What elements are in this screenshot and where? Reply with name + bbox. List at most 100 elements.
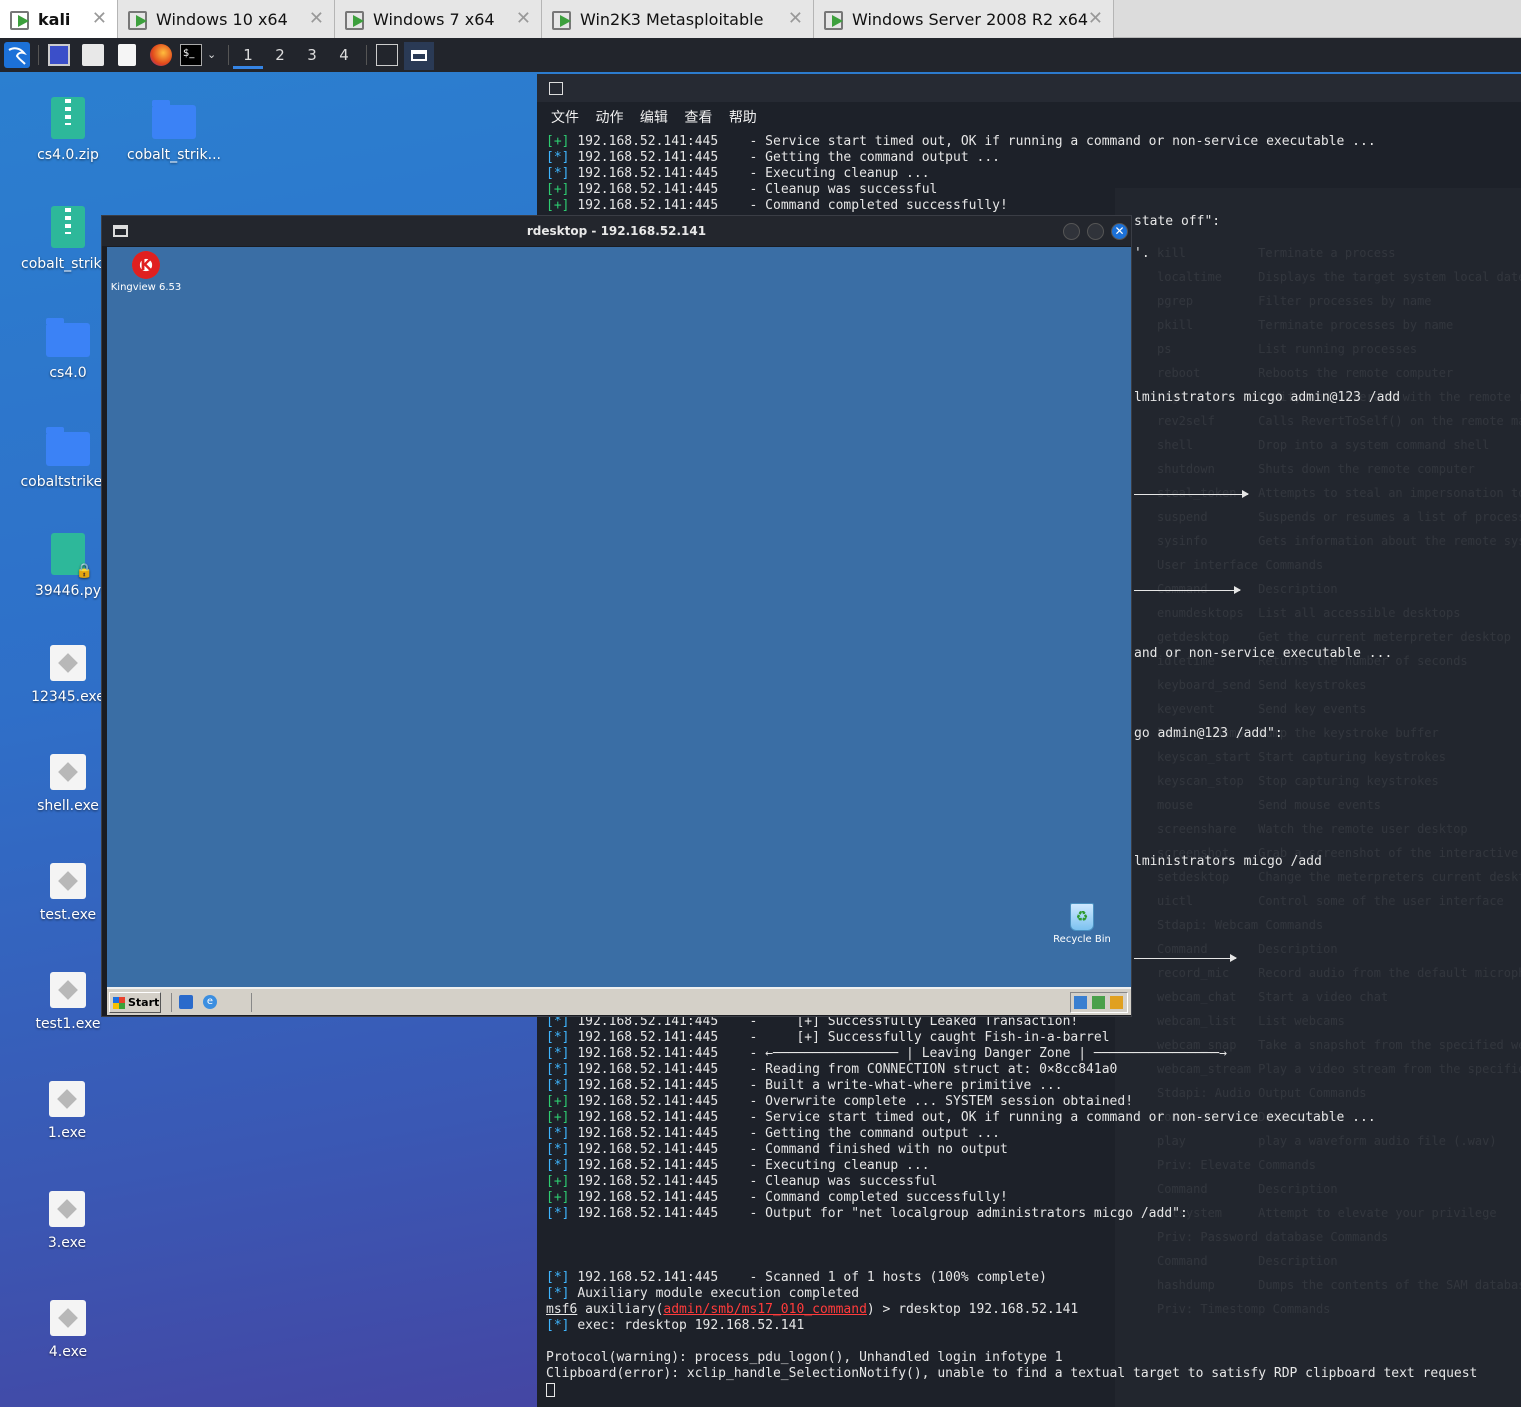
- desktop-icon[interactable]: 4.exe: [18, 1300, 118, 1360]
- ghost-line: shutdown Shuts down the remote computer: [1157, 462, 1475, 476]
- close-icon[interactable]: ✕: [1088, 8, 1103, 29]
- close-icon[interactable]: ✕: [516, 8, 531, 29]
- vm-tab-label: Windows 10 x64: [156, 9, 288, 29]
- desktop-icon[interactable]: 1.exe: [17, 1081, 117, 1141]
- internet-explorer-icon[interactable]: e: [203, 995, 217, 1009]
- desktop-icon-label: Recycle Bin: [1053, 934, 1111, 945]
- terminal-icon[interactable]: $_: [180, 44, 202, 66]
- desktop-icon[interactable]: 3.exe: [17, 1191, 117, 1251]
- output-line: [*] 192.168.52.141:445 - ←──────────────…: [546, 1046, 1227, 1061]
- workspace-3[interactable]: 3: [297, 43, 327, 69]
- vm-tab-label: kali: [38, 9, 71, 29]
- file-manager-icon[interactable]: [82, 44, 104, 66]
- output-fragment: and or non-service executable ...: [1134, 646, 1393, 661]
- kingview-shortcut[interactable]: K Kingview 6.53: [109, 251, 183, 293]
- close-icon[interactable]: ✕: [309, 8, 324, 29]
- ghost-line: keyboard_send Send keystrokes: [1157, 678, 1367, 692]
- output-line: [*] 192.168.52.141:445 - Getting the com…: [546, 150, 1000, 165]
- ghost-line: Command Description: [1157, 582, 1338, 596]
- vm-tab-windows-7[interactable]: Windows 7 x64 ✕: [335, 0, 542, 38]
- terminal-window-icon: [549, 82, 563, 95]
- menu-edit[interactable]: 编辑: [640, 110, 668, 126]
- output-line: [*] 192.168.52.141:445 - Executing clean…: [546, 1158, 930, 1173]
- vm-tab-kali[interactable]: kali ✕: [0, 0, 118, 38]
- kali-menu-icon[interactable]: [4, 42, 30, 68]
- start-button[interactable]: Start: [109, 992, 161, 1013]
- ghost-line: record_mic Record audio from the default…: [1157, 966, 1521, 980]
- ghost-line: enumdesktops List all accessible desktop…: [1157, 606, 1461, 620]
- ghost-line: webcam_list List webcams: [1157, 1014, 1345, 1028]
- executable-icon: [49, 1081, 85, 1117]
- network-icon[interactable]: [1074, 996, 1087, 1009]
- vm-tab-server-2008[interactable]: Windows Server 2008 R2 x64 ✕: [814, 0, 1114, 38]
- ghost-line: Priv: Password database Commands: [1157, 1230, 1389, 1244]
- show-desktop-icon[interactable]: [48, 44, 70, 66]
- terminal-window-task-icon[interactable]: [376, 44, 398, 66]
- taskbar-separator: [171, 993, 172, 1012]
- minimize-button[interactable]: [1063, 223, 1080, 240]
- close-button[interactable]: ✕: [1111, 223, 1128, 240]
- close-icon[interactable]: ✕: [92, 8, 107, 29]
- scan-line: [*] 192.168.52.141:445 - Scanned 1 of 1 …: [546, 1270, 1047, 1285]
- ghost-line: Command Description: [1157, 1110, 1338, 1124]
- ghost-line: Command Description: [1157, 942, 1338, 956]
- ghost-line: screenshare Watch the remote user deskto…: [1157, 822, 1468, 836]
- vm-tab-windows-10[interactable]: Windows 10 x64 ✕: [118, 0, 335, 38]
- executable-icon: [50, 863, 86, 899]
- desktop-icon-label: 4.exe: [48, 1344, 88, 1360]
- vm-tab-bar: kali ✕ Windows 10 x64 ✕ Windows 7 x64 ✕ …: [0, 0, 1521, 38]
- warning-line: Protocol(warning): process_pdu_logon(), …: [546, 1350, 1063, 1365]
- workspace-2[interactable]: 2: [265, 43, 295, 69]
- ghost-line: pkill Terminate processes by name: [1157, 318, 1454, 332]
- ghost-line: keyscan_stop Stop capturing keystrokes: [1157, 774, 1439, 788]
- desktop-icon-label: 1.exe: [47, 1125, 87, 1141]
- error-line: Clipboard(error): xclip_handle_Selection…: [546, 1366, 1478, 1381]
- window-icon: [113, 225, 128, 237]
- ghost-line: User interface Commands: [1157, 558, 1324, 572]
- rdesktop-titlebar[interactable]: rdesktop - 192.168.52.141 ✕: [102, 216, 1131, 246]
- rdesktop-window[interactable]: rdesktop - 192.168.52.141 ✕ K Kingview 6…: [101, 215, 1132, 1017]
- workspace-1[interactable]: 1: [233, 43, 263, 69]
- ghost-line: kill Terminate a process: [1157, 246, 1396, 260]
- desktop-icon[interactable]: cs4.0.zip: [18, 97, 118, 163]
- terminal-titlebar[interactable]: [537, 74, 1521, 102]
- ghost-line: Priv: Timestomp Commands: [1157, 1302, 1331, 1316]
- menu-file[interactable]: 文件: [551, 110, 579, 126]
- text-editor-icon[interactable]: [118, 44, 136, 66]
- security-icon[interactable]: [1110, 996, 1123, 1009]
- ghost-line: rev2self Calls RevertToSelf() on the rem…: [1157, 414, 1521, 428]
- vm-icon: [552, 9, 574, 30]
- output-line: [+] 192.168.52.141:445 - Cleanup was suc…: [546, 1174, 938, 1189]
- output-line: [*] 192.168.52.141:445 - Reading from CO…: [546, 1062, 1118, 1077]
- vm-tab-label: Windows 7 x64: [373, 9, 495, 29]
- remote-desktop[interactable]: K Kingview 6.53 ♻ Recycle Bin: [107, 247, 1131, 987]
- rdesktop-task-icon[interactable]: [404, 42, 434, 70]
- vm-tab-label: Windows Server 2008 R2 x64: [852, 9, 1089, 29]
- output-line: [*] 192.168.52.141:445 - Command finishe…: [546, 1142, 1008, 1157]
- chevron-down-icon[interactable]: ⌄: [207, 44, 219, 66]
- ghost-line: shell Drop into a system command shell: [1157, 438, 1490, 452]
- folder-icon: [46, 318, 90, 357]
- desktop-icon[interactable]: cobalt_strik...: [124, 97, 224, 163]
- firefox-icon[interactable]: [150, 44, 172, 66]
- workspace-4[interactable]: 4: [329, 43, 359, 69]
- recycle-bin-icon: ♻: [1070, 903, 1094, 931]
- close-icon[interactable]: ✕: [788, 8, 803, 29]
- show-desktop-icon[interactable]: [179, 995, 193, 1009]
- python-file-icon: [51, 533, 93, 579]
- panel-separator: [366, 45, 367, 65]
- kingview-icon: K: [132, 251, 160, 279]
- vm-tab-win2k3[interactable]: Win2K3 Metasploitable ✕: [542, 0, 814, 38]
- menu-help[interactable]: 帮助: [729, 110, 757, 126]
- menu-view[interactable]: 查看: [684, 110, 712, 126]
- recycle-bin[interactable]: ♻ Recycle Bin: [1045, 903, 1119, 945]
- output-fragment: go admin@123 /add":: [1134, 726, 1283, 741]
- ghost-line: webcam_chat Start a video chat: [1157, 990, 1389, 1004]
- ghost-line: hashdump Dumps the contents of the SAM d…: [1157, 1278, 1521, 1292]
- menu-actions[interactable]: 动作: [595, 110, 623, 126]
- update-icon[interactable]: [1092, 996, 1105, 1009]
- output-line: [*] 192.168.52.141:445 - Built a write-w…: [546, 1078, 1063, 1093]
- maximize-button[interactable]: [1087, 223, 1104, 240]
- executable-icon: [49, 1191, 85, 1227]
- ghost-line: uictl Control some of the user interface: [1157, 894, 1504, 908]
